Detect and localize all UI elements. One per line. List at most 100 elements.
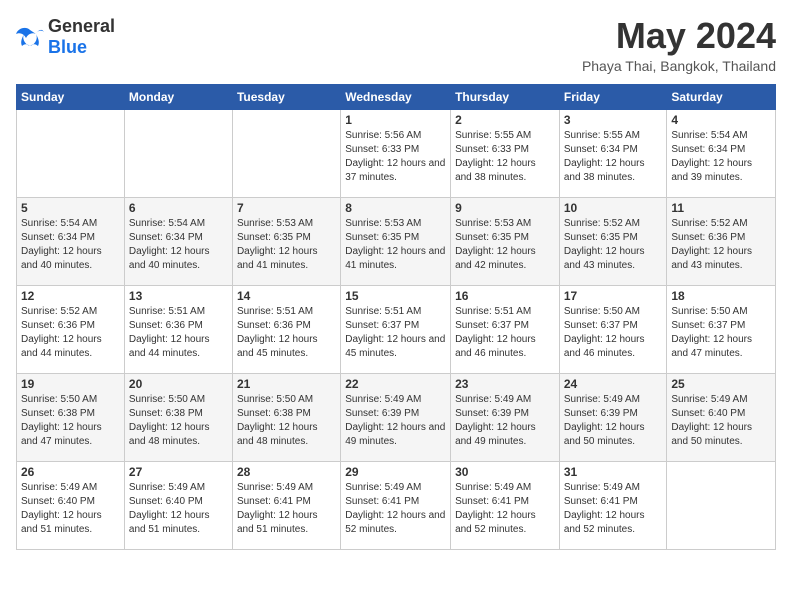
calendar-cell: 5 Sunrise: 5:54 AMSunset: 6:34 PMDayligh… [17, 197, 125, 285]
day-info: Sunrise: 5:51 AMSunset: 6:37 PMDaylight:… [345, 306, 445, 359]
day-info: Sunrise: 5:55 AMSunset: 6:33 PMDaylight:… [455, 130, 536, 183]
calendar-cell [124, 109, 232, 197]
day-info: Sunrise: 5:49 AMSunset: 6:41 PMDaylight:… [345, 482, 445, 535]
day-info: Sunrise: 5:53 AMSunset: 6:35 PMDaylight:… [455, 218, 536, 271]
day-info: Sunrise: 5:51 AMSunset: 6:36 PMDaylight:… [237, 306, 318, 359]
weekday-header-row: SundayMondayTuesdayWednesdayThursdayFrid… [17, 84, 776, 109]
day-number: 25 [671, 377, 771, 391]
day-number: 6 [129, 201, 228, 215]
day-info: Sunrise: 5:49 AMSunset: 6:39 PMDaylight:… [564, 394, 645, 447]
day-number: 30 [455, 465, 555, 479]
calendar-cell: 9 Sunrise: 5:53 AMSunset: 6:35 PMDayligh… [451, 197, 560, 285]
calendar-cell: 17 Sunrise: 5:50 AMSunset: 6:37 PMDaylig… [559, 285, 667, 373]
day-info: Sunrise: 5:52 AMSunset: 6:36 PMDaylight:… [21, 306, 102, 359]
day-info: Sunrise: 5:49 AMSunset: 6:41 PMDaylight:… [237, 482, 318, 535]
day-number: 17 [564, 289, 663, 303]
day-number: 31 [564, 465, 663, 479]
calendar-cell: 28 Sunrise: 5:49 AMSunset: 6:41 PMDaylig… [232, 461, 340, 549]
calendar-cell: 12 Sunrise: 5:52 AMSunset: 6:36 PMDaylig… [17, 285, 125, 373]
weekday-header-sunday: Sunday [17, 84, 125, 109]
day-info: Sunrise: 5:53 AMSunset: 6:35 PMDaylight:… [237, 218, 318, 271]
calendar-cell: 2 Sunrise: 5:55 AMSunset: 6:33 PMDayligh… [451, 109, 560, 197]
calendar-cell: 31 Sunrise: 5:49 AMSunset: 6:41 PMDaylig… [559, 461, 667, 549]
day-info: Sunrise: 5:49 AMSunset: 6:40 PMDaylight:… [129, 482, 210, 535]
calendar-cell [17, 109, 125, 197]
day-number: 19 [21, 377, 120, 391]
calendar-cell: 30 Sunrise: 5:49 AMSunset: 6:41 PMDaylig… [451, 461, 560, 549]
calendar-cell: 13 Sunrise: 5:51 AMSunset: 6:36 PMDaylig… [124, 285, 232, 373]
weekday-header-thursday: Thursday [451, 84, 560, 109]
title-block: May 2024 Phaya Thai, Bangkok, Thailand [582, 16, 776, 74]
day-info: Sunrise: 5:49 AMSunset: 6:39 PMDaylight:… [345, 394, 445, 447]
calendar-week-4: 19 Sunrise: 5:50 AMSunset: 6:38 PMDaylig… [17, 373, 776, 461]
day-number: 3 [564, 113, 663, 127]
day-info: Sunrise: 5:53 AMSunset: 6:35 PMDaylight:… [345, 218, 445, 271]
day-info: Sunrise: 5:51 AMSunset: 6:36 PMDaylight:… [129, 306, 210, 359]
day-info: Sunrise: 5:49 AMSunset: 6:39 PMDaylight:… [455, 394, 536, 447]
calendar-cell: 19 Sunrise: 5:50 AMSunset: 6:38 PMDaylig… [17, 373, 125, 461]
day-info: Sunrise: 5:49 AMSunset: 6:40 PMDaylight:… [671, 394, 752, 447]
logo-text: General Blue [48, 16, 115, 58]
day-number: 11 [671, 201, 771, 215]
day-number: 4 [671, 113, 771, 127]
calendar-cell: 15 Sunrise: 5:51 AMSunset: 6:37 PMDaylig… [341, 285, 451, 373]
calendar-cell: 18 Sunrise: 5:50 AMSunset: 6:37 PMDaylig… [667, 285, 776, 373]
day-info: Sunrise: 5:55 AMSunset: 6:34 PMDaylight:… [564, 130, 645, 183]
day-number: 20 [129, 377, 228, 391]
day-info: Sunrise: 5:54 AMSunset: 6:34 PMDaylight:… [129, 218, 210, 271]
day-info: Sunrise: 5:54 AMSunset: 6:34 PMDaylight:… [671, 130, 752, 183]
calendar-cell: 20 Sunrise: 5:50 AMSunset: 6:38 PMDaylig… [124, 373, 232, 461]
calendar-table: SundayMondayTuesdayWednesdayThursdayFrid… [16, 84, 776, 550]
day-number: 27 [129, 465, 228, 479]
day-number: 2 [455, 113, 555, 127]
day-number: 7 [237, 201, 336, 215]
calendar-cell: 26 Sunrise: 5:49 AMSunset: 6:40 PMDaylig… [17, 461, 125, 549]
weekday-header-saturday: Saturday [667, 84, 776, 109]
day-number: 23 [455, 377, 555, 391]
calendar-cell: 21 Sunrise: 5:50 AMSunset: 6:38 PMDaylig… [232, 373, 340, 461]
day-info: Sunrise: 5:54 AMSunset: 6:34 PMDaylight:… [21, 218, 102, 271]
day-number: 18 [671, 289, 771, 303]
calendar-cell: 23 Sunrise: 5:49 AMSunset: 6:39 PMDaylig… [451, 373, 560, 461]
day-number: 29 [345, 465, 446, 479]
day-info: Sunrise: 5:50 AMSunset: 6:38 PMDaylight:… [21, 394, 102, 447]
day-info: Sunrise: 5:52 AMSunset: 6:35 PMDaylight:… [564, 218, 645, 271]
weekday-header-wednesday: Wednesday [341, 84, 451, 109]
logo-blue: Blue [48, 37, 87, 57]
logo: General Blue [16, 16, 115, 58]
calendar-cell: 1 Sunrise: 5:56 AMSunset: 6:33 PMDayligh… [341, 109, 451, 197]
calendar-week-5: 26 Sunrise: 5:49 AMSunset: 6:40 PMDaylig… [17, 461, 776, 549]
logo-icon [16, 26, 44, 48]
calendar-week-1: 1 Sunrise: 5:56 AMSunset: 6:33 PMDayligh… [17, 109, 776, 197]
calendar-cell [232, 109, 340, 197]
calendar-cell: 4 Sunrise: 5:54 AMSunset: 6:34 PMDayligh… [667, 109, 776, 197]
calendar-cell: 25 Sunrise: 5:49 AMSunset: 6:40 PMDaylig… [667, 373, 776, 461]
day-info: Sunrise: 5:50 AMSunset: 6:37 PMDaylight:… [564, 306, 645, 359]
calendar-week-2: 5 Sunrise: 5:54 AMSunset: 6:34 PMDayligh… [17, 197, 776, 285]
day-number: 15 [345, 289, 446, 303]
day-info: Sunrise: 5:56 AMSunset: 6:33 PMDaylight:… [345, 130, 445, 183]
calendar-cell: 24 Sunrise: 5:49 AMSunset: 6:39 PMDaylig… [559, 373, 667, 461]
weekday-header-friday: Friday [559, 84, 667, 109]
day-number: 9 [455, 201, 555, 215]
calendar-cell: 16 Sunrise: 5:51 AMSunset: 6:37 PMDaylig… [451, 285, 560, 373]
calendar-week-3: 12 Sunrise: 5:52 AMSunset: 6:36 PMDaylig… [17, 285, 776, 373]
day-number: 14 [237, 289, 336, 303]
day-number: 22 [345, 377, 446, 391]
calendar-cell: 10 Sunrise: 5:52 AMSunset: 6:35 PMDaylig… [559, 197, 667, 285]
calendar-cell: 6 Sunrise: 5:54 AMSunset: 6:34 PMDayligh… [124, 197, 232, 285]
day-info: Sunrise: 5:49 AMSunset: 6:41 PMDaylight:… [564, 482, 645, 535]
calendar-cell [667, 461, 776, 549]
calendar-cell: 7 Sunrise: 5:53 AMSunset: 6:35 PMDayligh… [232, 197, 340, 285]
day-info: Sunrise: 5:50 AMSunset: 6:38 PMDaylight:… [129, 394, 210, 447]
day-number: 13 [129, 289, 228, 303]
page-header: General Blue May 2024 Phaya Thai, Bangko… [16, 16, 776, 74]
day-number: 8 [345, 201, 446, 215]
logo-general: General [48, 16, 115, 36]
calendar-cell: 3 Sunrise: 5:55 AMSunset: 6:34 PMDayligh… [559, 109, 667, 197]
day-info: Sunrise: 5:52 AMSunset: 6:36 PMDaylight:… [671, 218, 752, 271]
day-number: 1 [345, 113, 446, 127]
calendar-cell: 11 Sunrise: 5:52 AMSunset: 6:36 PMDaylig… [667, 197, 776, 285]
day-number: 10 [564, 201, 663, 215]
day-info: Sunrise: 5:49 AMSunset: 6:40 PMDaylight:… [21, 482, 102, 535]
